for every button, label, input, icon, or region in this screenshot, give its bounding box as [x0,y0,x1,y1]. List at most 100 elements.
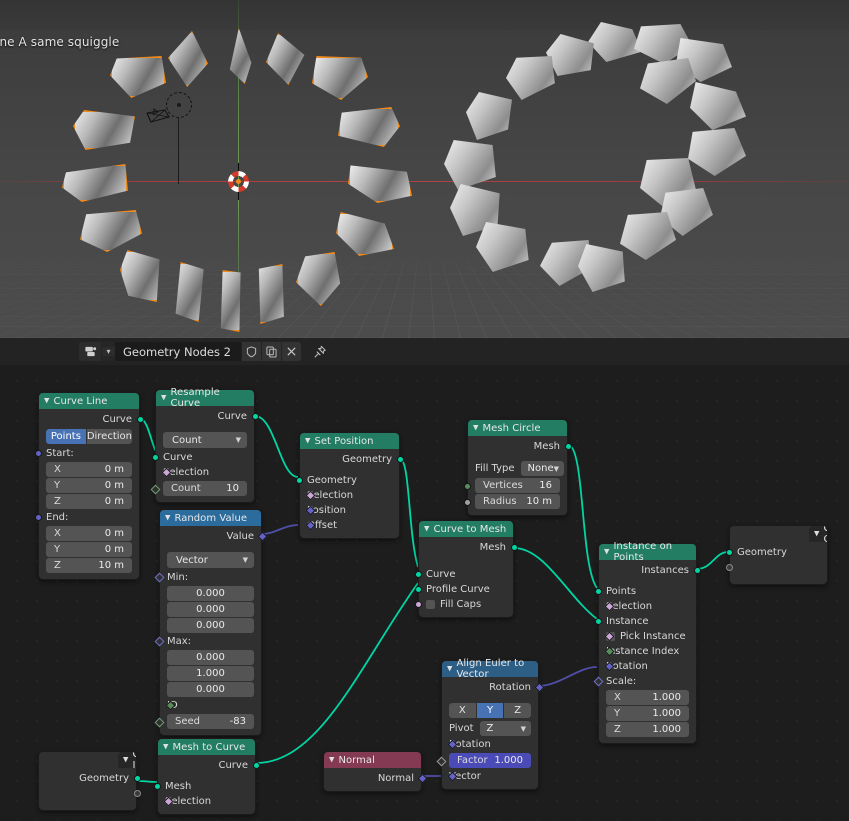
chevron-down-icon[interactable]: ▼ [44,397,49,405]
pivot-row[interactable]: Pivot Z ▼ [442,720,538,737]
node-normal[interactable]: ▼ Normal Normal [323,751,427,792]
axis-z-button[interactable]: Z [504,703,531,718]
instance-shard[interactable] [312,56,368,100]
instance-shard[interactable] [336,212,394,256]
new-node-tree-icon[interactable] [260,342,281,361]
node-curve-to-mesh[interactable]: ▼ Curve to Mesh Mesh Curve Profile Curve [414,520,518,618]
max-x-field[interactable]: 0.000 [167,650,254,665]
end-x-field[interactable]: X 0 m [46,526,132,541]
3d-viewport[interactable]: ane A same squiggle [0,0,849,338]
node-header[interactable]: ▼ Mesh Circle [468,420,567,436]
node-resample-curve[interactable]: ▼ Resample Curve Curve Count ▼ Curve Sel… [150,387,259,503]
socket-geometry-output[interactable] [133,775,141,782]
node-mesh-circle[interactable]: ▼ Mesh Circle Mesh Fill Type None ▼ Vert… [463,419,572,516]
mode-points-button[interactable]: Points [46,429,86,444]
chevron-down-icon[interactable]: ▼ [123,756,128,764]
socket-profile-curve-input[interactable] [414,586,422,593]
instance-shard-grey[interactable] [476,222,529,272]
node-header[interactable]: ▼ Instance on Points [599,541,696,563]
fill-caps-checkbox[interactable] [426,600,435,609]
curve-line-mode-toggle[interactable]: Points Direction [46,429,132,444]
node-set-position[interactable]: ▼ Set Position Geometry Geometry Selecti… [295,432,404,539]
mode-direction-button[interactable]: Direction [86,429,132,444]
unlink-data-icon[interactable] [280,342,301,361]
node-group-input[interactable]: ▼ Group Input Geometry [38,751,141,811]
socket-instance-input[interactable] [594,618,602,625]
socket-curve-output[interactable] [252,762,260,769]
instance-shard-grey[interactable] [578,244,625,292]
socket-normal-output[interactable] [417,773,427,784]
node-random-value[interactable]: ▼ Random Value Value Vector ▼ Min: 0.000… [154,509,267,736]
chevron-down-icon[interactable]: ▼ [165,514,170,522]
end-y-field[interactable]: Y 0 m [46,542,132,557]
socket-curve-input[interactable] [414,571,422,578]
socket-curve-output[interactable] [136,416,144,423]
chevron-down-icon[interactable]: ▼ [161,394,166,402]
scale-z-field[interactable]: Z 1.000 [606,722,689,737]
node-header[interactable]: ▼ Normal [324,752,421,768]
min-x-field[interactable]: 0.000 [167,586,254,601]
instance-shard[interactable] [80,210,142,252]
socket-vertices-input[interactable] [463,483,471,490]
chevron-down-icon[interactable]: ▼ [814,530,819,538]
socket-geometry-input[interactable] [725,549,733,556]
instance-shard[interactable] [73,110,135,150]
camera-object-icon[interactable] [145,108,171,128]
fake-user-icon[interactable] [240,342,261,361]
vertices-field[interactable]: Vertices 16 [475,478,560,493]
socket-geometry-input[interactable] [295,477,303,484]
start-y-field[interactable]: Y 0 m [46,478,132,493]
scale-y-field[interactable]: Y 1.000 [606,706,689,721]
node-header[interactable]: ▼ Set Position [300,433,399,449]
instance-shard-grey[interactable] [640,58,696,104]
chevron-down-icon[interactable]: ▾ [102,347,115,356]
socket-start-input[interactable] [34,450,42,457]
geometry-node-editor[interactable]: ▼ Curve Line Curve Points Direction Star… [0,365,849,821]
node-header[interactable]: ▼ Random Value [160,510,261,526]
socket-value-output[interactable] [257,531,267,542]
instance-shard-grey[interactable] [444,140,496,190]
fill-type-dropdown[interactable]: None ▼ [520,461,564,476]
socket-instances-output[interactable] [693,567,701,574]
socket-fill-caps-input[interactable] [414,601,422,608]
geometry-nodes-editor-icon[interactable] [79,342,102,361]
node-tree-selector[interactable]: ▾ Geometry Nodes 2 [79,342,301,361]
socket-rotation-output[interactable] [534,682,544,693]
count-field[interactable]: Count 10 [163,481,247,496]
chevron-down-icon[interactable]: ▼ [305,437,310,445]
instance-shard[interactable] [266,33,305,85]
axis-toggle[interactable]: X Y Z [449,703,531,718]
min-z-field[interactable]: 0.000 [167,618,254,633]
instance-shard-grey[interactable] [506,56,555,100]
instance-shard[interactable] [229,28,252,84]
random-value-type-dropdown[interactable]: Vector ▼ [167,552,254,568]
socket-max-input[interactable] [154,636,164,647]
start-x-field[interactable]: X 0 m [46,462,132,477]
node-instance-on-points[interactable]: ▼ Instance on Points Instances Points Se… [593,541,701,744]
scale-x-field[interactable]: X 1.000 [606,690,689,705]
max-y-field[interactable]: 1.000 [167,666,254,681]
node-header[interactable]: ▼ Group Output [809,526,827,542]
socket-curve-input[interactable] [151,454,159,461]
node-header[interactable]: ▼ Curve Line [39,393,139,409]
node-header[interactable]: ▼ Align Euler to Vector [442,658,538,680]
instance-shard-grey[interactable] [690,82,746,130]
socket-radius-input[interactable] [463,499,471,506]
pivot-dropdown[interactable]: Z ▼ [479,721,531,736]
fill-type-row[interactable]: Fill Type None ▼ [468,460,567,477]
socket-mesh-output[interactable] [510,544,518,551]
socket-mesh-output[interactable] [564,443,572,450]
instance-shard[interactable] [348,165,412,203]
socket-mesh-input[interactable] [153,783,161,790]
instance-shard[interactable] [110,56,166,98]
end-z-field[interactable]: Z 10 m [46,558,132,573]
node-header[interactable]: ▼ Curve to Mesh [419,521,513,537]
axis-x-button[interactable]: X [449,703,476,718]
node-align-euler-to-vector[interactable]: ▼ Align Euler to Vector Rotation X Y Z P… [436,658,544,790]
chevron-down-icon[interactable]: ▼ [447,665,452,673]
socket-end-input[interactable] [34,514,42,521]
factor-field[interactable]: Factor 1.000 [449,753,531,768]
socket-points-input[interactable] [594,588,602,595]
socket-factor-input[interactable] [436,756,446,767]
resample-mode-dropdown[interactable]: Count ▼ [163,432,247,448]
